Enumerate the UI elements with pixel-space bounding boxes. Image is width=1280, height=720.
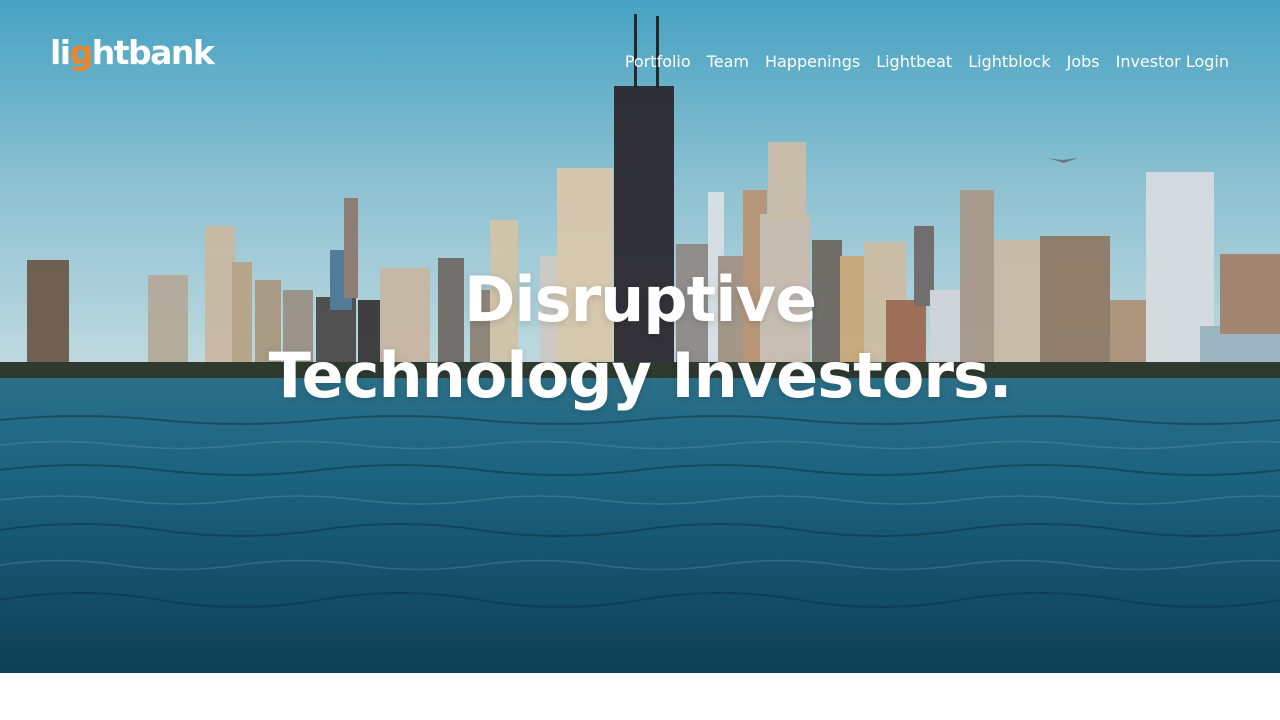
- nav-item-investor-login[interactable]: Investor Login: [1108, 52, 1230, 72]
- nav-item-lightblock[interactable]: Lightblock: [960, 52, 1058, 72]
- main-nav: Portfolio Team Happenings Lightbeat Ligh…: [617, 52, 1230, 72]
- nav-item-jobs[interactable]: Jobs: [1059, 52, 1108, 72]
- hero-headline-line-2: Technology Investors.: [268, 339, 1013, 412]
- hero-headline-line-1: Disruptive: [463, 263, 817, 336]
- hero-headline: Disruptive Technology Investors.: [0, 262, 1280, 414]
- nav-item-happenings[interactable]: Happenings: [757, 52, 868, 72]
- logo-text-prefix: li: [50, 33, 71, 72]
- nav-item-team[interactable]: Team: [699, 52, 757, 72]
- nav-item-lightbeat[interactable]: Lightbeat: [868, 52, 960, 72]
- lightbank-logo[interactable]: lightbank: [50, 33, 215, 78]
- hero-section: lightbank Portfolio Team Happenings Ligh…: [0, 0, 1280, 673]
- nav-item-portfolio[interactable]: Portfolio: [617, 52, 699, 72]
- logo-text-accent: g: [69, 33, 94, 72]
- logo-text-suffix: htbank: [91, 33, 215, 72]
